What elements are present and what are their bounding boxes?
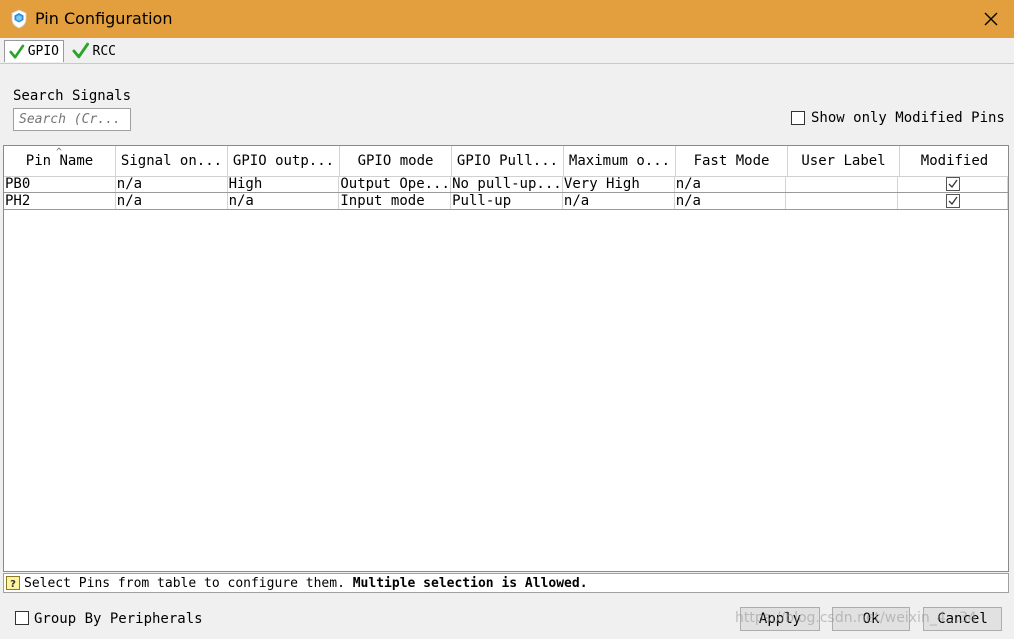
pin-table: ^ Pin Name Signal on... GPIO outp... GPI… bbox=[3, 145, 1009, 572]
search-label: Search Signals bbox=[13, 88, 132, 104]
ok-button[interactable]: Ok bbox=[832, 607, 910, 631]
cell-max-output: n/a bbox=[563, 193, 675, 209]
cell-gpio-pull: No pull-up... bbox=[452, 176, 563, 192]
table-row[interactable]: PB0 n/a High Output Ope... No pull-up...… bbox=[4, 176, 1008, 193]
cell-user-label[interactable] bbox=[786, 176, 899, 192]
column-header-user-label[interactable]: User Label bbox=[788, 146, 900, 176]
cell-signal: n/a bbox=[116, 176, 228, 192]
cell-max-output: Very High bbox=[563, 176, 675, 192]
cell-user-label[interactable] bbox=[786, 193, 899, 209]
search-input[interactable] bbox=[13, 108, 131, 131]
column-header-max-output[interactable]: Maximum o... bbox=[564, 146, 676, 176]
cell-gpio-mode: Input mode bbox=[339, 193, 452, 209]
cell-modified bbox=[898, 176, 1008, 192]
status-bar: ? Select Pins from table to configure th… bbox=[3, 573, 1009, 593]
show-modified-checkbox[interactable] bbox=[791, 111, 805, 125]
show-modified-label: Show only Modified Pins bbox=[811, 110, 1005, 126]
column-header-modified[interactable]: Modified bbox=[900, 146, 1008, 176]
cell-gpio-output: n/a bbox=[228, 193, 340, 209]
cell-gpio-mode: Output Ope... bbox=[340, 176, 452, 192]
window-title: Pin Configuration bbox=[35, 9, 173, 28]
column-header-signal[interactable]: Signal on... bbox=[116, 146, 228, 176]
cell-fast-mode: n/a bbox=[675, 193, 787, 209]
column-header-gpio-pull[interactable]: GPIO Pull... bbox=[452, 146, 564, 176]
cell-signal: n/a bbox=[116, 193, 228, 209]
status-message: Select Pins from table to configure them… bbox=[24, 576, 588, 591]
tab-gpio[interactable]: GPIO bbox=[4, 40, 64, 62]
modified-checkbox[interactable] bbox=[945, 194, 960, 208]
close-button[interactable] bbox=[968, 0, 1014, 38]
tab-label: RCC bbox=[92, 43, 116, 59]
cell-modified bbox=[898, 193, 1008, 209]
green-check-icon bbox=[9, 44, 25, 59]
sort-ascending-icon: ^ bbox=[56, 147, 63, 158]
green-check-icon bbox=[72, 42, 90, 59]
cancel-button[interactable]: Cancel bbox=[923, 607, 1002, 631]
column-header-gpio-mode[interactable]: GPIO mode bbox=[340, 146, 452, 176]
table-header: ^ Pin Name Signal on... GPIO outp... GPI… bbox=[4, 146, 1008, 177]
svg-text:?: ? bbox=[10, 579, 16, 590]
table-body: PB0 n/a High Output Ope... No pull-up...… bbox=[4, 176, 1008, 210]
help-icon: ? bbox=[6, 576, 20, 590]
tab-strip: GPIO RCC bbox=[0, 38, 1014, 64]
table-row[interactable]: PH2 n/a n/a Input mode Pull-up n/a n/a bbox=[4, 193, 1008, 210]
column-header-pin-name[interactable]: ^ Pin Name bbox=[4, 146, 116, 176]
checkmark-icon bbox=[948, 196, 958, 206]
app-shield-icon bbox=[11, 9, 27, 29]
close-icon bbox=[984, 12, 998, 26]
group-by-peripherals-checkbox[interactable] bbox=[15, 611, 29, 625]
cell-pin-name: PB0 bbox=[4, 176, 116, 192]
checkmark-icon bbox=[948, 179, 958, 189]
column-header-fast-mode[interactable]: Fast Mode bbox=[676, 146, 788, 176]
title-bar: Pin Configuration bbox=[0, 0, 1014, 38]
cell-fast-mode: n/a bbox=[675, 176, 787, 192]
tab-label: GPIO bbox=[27, 44, 59, 59]
cell-gpio-pull: Pull-up bbox=[451, 193, 563, 209]
cell-gpio-output: High bbox=[228, 176, 340, 192]
modified-checkbox[interactable] bbox=[945, 177, 960, 191]
column-header-gpio-output[interactable]: GPIO outp... bbox=[228, 146, 340, 176]
group-by-peripherals-label: Group By Peripherals bbox=[34, 611, 203, 627]
cell-pin-name: PH2 bbox=[4, 193, 116, 209]
tab-rcc[interactable]: RCC bbox=[68, 40, 120, 62]
apply-button[interactable]: Apply bbox=[740, 607, 820, 631]
